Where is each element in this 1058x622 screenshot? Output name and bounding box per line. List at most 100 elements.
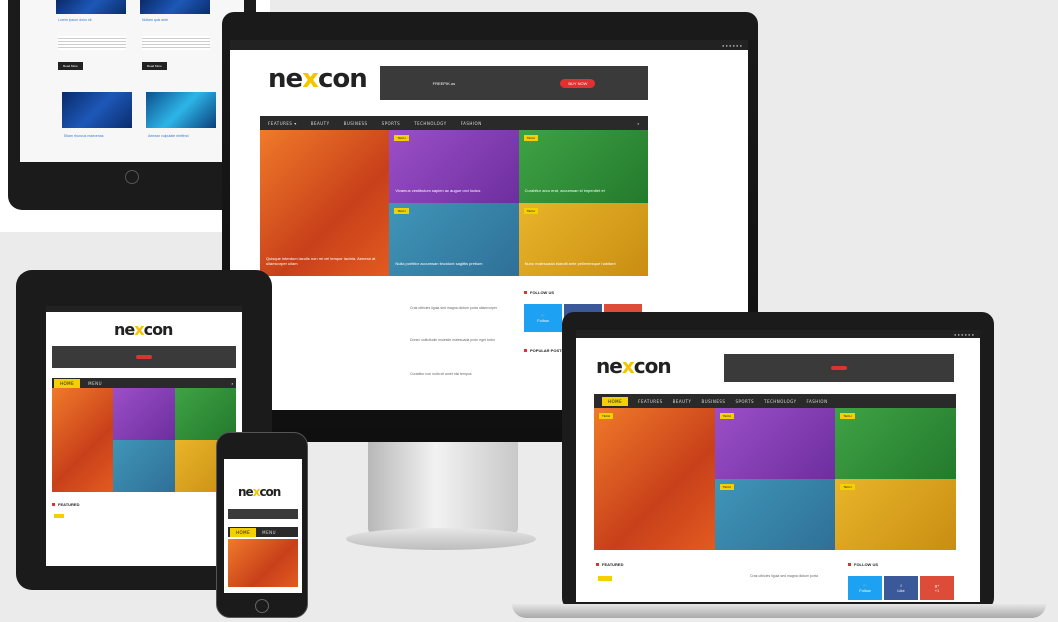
ipad-top-bezel: Lorem ipsum dolor sit Nullam quis ante R… <box>8 0 256 210</box>
nav-item[interactable]: FEATURES ▾ <box>268 121 297 126</box>
monitor-nav: FEATURES ▾ BEAUTY BUSINESS SPORTS TECHNO… <box>260 116 648 130</box>
ad-banner[interactable] <box>724 354 954 382</box>
tablet-topbar <box>46 306 242 312</box>
banner-label: FREEPIK.us <box>432 80 456 86</box>
ipad-caption[interactable]: Etiam rhoncus maecenas <box>64 134 104 139</box>
ad-banner[interactable]: FREEPIK.us BUY NOW <box>380 66 648 100</box>
site-logo[interactable]: nexcon <box>268 64 368 94</box>
nav-item[interactable]: BEAUTY <box>673 399 692 404</box>
read-more-button[interactable]: Read More <box>58 62 83 70</box>
site-logo[interactable]: nexcon <box>596 354 672 378</box>
follow-title: FOLLOW US <box>848 562 878 567</box>
featured-tile[interactable]: TECH <box>714 408 836 479</box>
twitter-button[interactable]: 🐦 Follow <box>848 576 882 600</box>
nav-home[interactable]: HOME <box>602 396 629 406</box>
social-buttons: 🐦 Follow f Like g+ +1 <box>848 576 954 600</box>
ad-banner[interactable] <box>228 509 298 519</box>
featured-tile[interactable]: TECH Nunc malesuada blandit ante pellent… <box>518 203 648 276</box>
site-logo[interactable]: nexcon <box>238 485 281 499</box>
facebook-button[interactable]: fLike <box>884 576 918 600</box>
nav-item[interactable]: FASHION <box>807 399 828 404</box>
tile-tag: TECH <box>394 135 409 141</box>
tag-badge <box>598 576 612 581</box>
phone-screen: nexcon HOME MENU <box>224 459 302 593</box>
nav-item[interactable]: SPORTS <box>382 121 401 126</box>
tile-tag: TECH <box>599 413 614 419</box>
tile-tag: TECH <box>523 208 538 214</box>
nav-item[interactable]: SPORTS <box>735 399 754 404</box>
home-button[interactable] <box>125 170 139 184</box>
ipad-caption[interactable]: Lorem ipsum dolor sit <box>58 18 91 23</box>
featured-tile[interactable] <box>113 440 175 492</box>
nav-item[interactable]: FASHION <box>461 121 482 126</box>
nav-menu[interactable]: MENU <box>262 530 276 535</box>
featured-tile[interactable]: TECH <box>835 408 956 479</box>
site-logo[interactable]: nexcon <box>114 320 173 339</box>
read-more-button[interactable]: Read More <box>142 62 167 70</box>
nav-menu[interactable]: MENU <box>88 381 102 386</box>
featured-tile[interactable] <box>113 388 175 440</box>
twitter-button[interactable]: 🐦 Follow <box>524 304 562 332</box>
ipad-caption[interactable]: Nullam quis ante <box>142 18 168 23</box>
tablet-featured-grid <box>52 388 236 492</box>
phone-bezel: nexcon HOME MENU <box>216 432 308 618</box>
banner-button[interactable] <box>136 355 152 359</box>
tile-title: Quisque interdum iaculis non mi vel temp… <box>266 256 376 266</box>
search-icon[interactable]: ⌕ <box>637 121 640 126</box>
ad-banner[interactable] <box>52 346 236 368</box>
ipad-top-screen: Lorem ipsum dolor sit Nullam quis ante R… <box>20 0 244 162</box>
laptop-topbar: ● ● ● ● ● ● <box>576 330 980 338</box>
featured-tile[interactable]: TECH Nulla porttitor accumsan tincidunt … <box>389 203 519 276</box>
nav-item[interactable]: TECHNOLOGY <box>764 399 797 404</box>
featured-tile[interactable] <box>228 539 298 587</box>
tablet-screen: nexcon HOME MENU ⌕ FEATURED <box>46 306 242 566</box>
google-button[interactable]: g+ +1 <box>920 576 954 600</box>
list-item[interactable]: Cras ultricies ligula sed magna dictum p… <box>410 306 510 311</box>
list-item[interactable]: Donec sollicitudin molestie malesuada pr… <box>410 338 510 343</box>
featured-tile[interactable]: TECH <box>594 408 715 550</box>
nav-item[interactable]: BEAUTY <box>311 121 330 126</box>
home-button[interactable] <box>255 599 269 613</box>
section-title: FEATURED <box>52 502 79 507</box>
featured-tile[interactable]: TECH Vivamus vestibulum sapien ac augue … <box>389 130 519 203</box>
nav-home[interactable]: HOME <box>230 527 257 537</box>
nav-item[interactable]: TECHNOLOGY <box>414 121 447 126</box>
nav-home[interactable]: HOME <box>54 378 81 388</box>
tile-tag: TECH <box>394 208 409 214</box>
tile-title: Nulla porttitor accumsan tincidunt sagit… <box>395 261 483 266</box>
list-item[interactable]: Curabitur non nulla sit amet nisl tempus <box>410 372 510 377</box>
featured-tile[interactable]: TECH <box>714 479 836 550</box>
social-icons[interactable]: ● ● ● ● ● ● <box>954 332 974 337</box>
tag-badge <box>54 514 64 518</box>
tile-title: Curabitur arcu erat, accumsan id imperdi… <box>524 188 605 193</box>
nav-item[interactable]: BUSINESS <box>344 121 368 126</box>
search-icon[interactable]: ⌕ <box>231 381 234 386</box>
featured-tile[interactable] <box>52 388 114 492</box>
banner-button[interactable]: BUY NOW <box>560 78 596 88</box>
featured-tile[interactable]: TECH <box>835 479 956 550</box>
nav-item[interactable]: FEATURES <box>638 399 662 404</box>
banner-button[interactable] <box>831 366 847 370</box>
tile-tag: TECH <box>523 135 538 141</box>
tile-title: Vivamus vestibulum sapien ac augue orci … <box>395 188 481 193</box>
section-title: FEATURED <box>596 562 623 567</box>
ipad-caption[interactable]: Aenean vulputate eleifend <box>148 134 188 139</box>
follow-title: FOLLOW US <box>524 290 554 295</box>
tile-tag: TECH <box>719 484 734 490</box>
featured-tile[interactable]: Quisque interdum iaculis non mi vel temp… <box>260 130 390 276</box>
monitor-featured-grid: Quisque interdum iaculis non mi vel temp… <box>260 130 648 276</box>
list-item[interactable]: Cras ultricies ligula sed magna dictum p… <box>750 574 834 579</box>
chip-image <box>140 0 210 14</box>
social-icons[interactable]: ● ● ● ● ● ● <box>722 43 742 48</box>
chip-image <box>146 92 216 128</box>
tile-tag: TECH <box>840 484 855 490</box>
laptop-base <box>512 604 1046 618</box>
monitor-stand <box>368 442 518 534</box>
tile-tag: TECH <box>719 413 734 419</box>
featured-tile[interactable]: TECH Curabitur arcu erat, accumsan id im… <box>518 130 648 203</box>
nav-item[interactable]: BUSINESS <box>701 399 725 404</box>
chip-image <box>56 0 126 14</box>
laptop-featured-grid: TECH TECH TECH TECH TECH <box>594 408 956 550</box>
chip-image <box>62 92 132 128</box>
laptop-screen: ● ● ● ● ● ● nexcon HOME FEATURES BEAUTY … <box>576 330 980 602</box>
